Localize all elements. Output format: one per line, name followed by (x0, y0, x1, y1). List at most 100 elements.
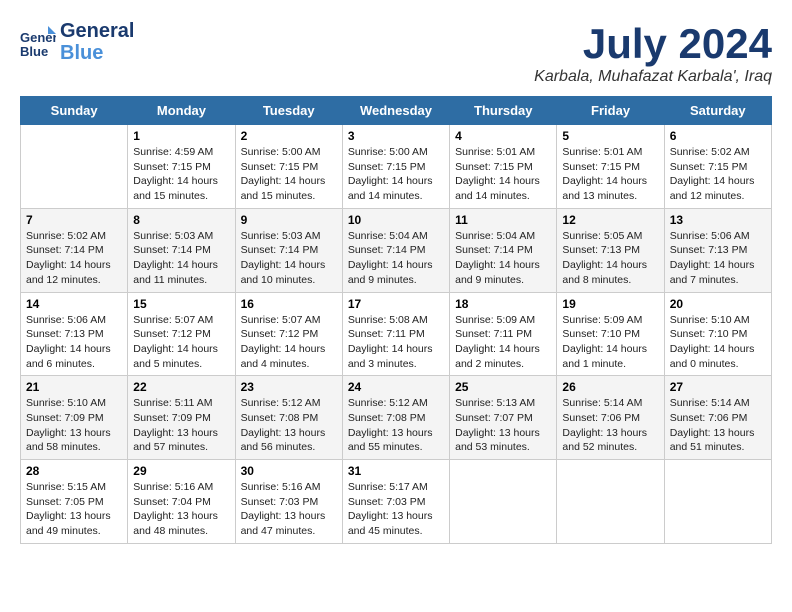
calendar-week-5: 28 Sunrise: 5:15 AM Sunset: 7:05 PM Dayli… (21, 460, 772, 544)
date-number: 25 (455, 380, 551, 394)
calendar-cell: 25 Sunrise: 5:13 AM Sunset: 7:07 PM Dayli… (450, 376, 557, 460)
cell-info: Sunrise: 5:16 AM Sunset: 7:04 PM Dayligh… (133, 480, 229, 539)
date-number: 8 (133, 213, 229, 227)
cell-info: Sunrise: 5:01 AM Sunset: 7:15 PM Dayligh… (562, 145, 658, 204)
cell-info: Sunrise: 5:07 AM Sunset: 7:12 PM Dayligh… (241, 313, 337, 372)
calendar-cell: 26 Sunrise: 5:14 AM Sunset: 7:06 PM Dayli… (557, 376, 664, 460)
logo: General Blue General Blue (20, 20, 134, 64)
weekday-header-monday: Monday (128, 97, 235, 125)
calendar-cell (450, 460, 557, 544)
calendar-cell: 27Sunrise: 5:14 AM Sunset: 7:06 PM Dayli… (664, 376, 771, 460)
date-number: 22 (133, 380, 229, 394)
weekday-header-friday: Friday (557, 97, 664, 125)
calendar-week-4: 21 Sunrise: 5:10 AM Sunset: 7:09 PM Dayli… (21, 376, 772, 460)
weekday-header-tuesday: Tuesday (235, 97, 342, 125)
weekday-header-sunday: Sunday (21, 97, 128, 125)
calendar-week-1: 1 Sunrise: 4:59 AM Sunset: 7:15 PM Daylig… (21, 125, 772, 209)
date-number: 18 (455, 297, 551, 311)
calendar-cell: 18 Sunrise: 5:09 AM Sunset: 7:11 PM Dayli… (450, 292, 557, 376)
cell-info: Sunrise: 5:06 AM Sunset: 7:13 PM Dayligh… (670, 229, 766, 288)
calendar-cell: 21 Sunrise: 5:10 AM Sunset: 7:09 PM Dayli… (21, 376, 128, 460)
cell-info: Sunrise: 5:11 AM Sunset: 7:09 PM Dayligh… (133, 396, 229, 455)
calendar-cell: 12Sunrise: 5:05 AM Sunset: 7:13 PM Dayli… (557, 208, 664, 292)
date-number: 27 (670, 380, 766, 394)
date-number: 16 (241, 297, 337, 311)
cell-info: Sunrise: 5:16 AM Sunset: 7:03 PM Dayligh… (241, 480, 337, 539)
cell-info: Sunrise: 5:03 AM Sunset: 7:14 PM Dayligh… (133, 229, 229, 288)
svg-text:Blue: Blue (20, 44, 48, 59)
date-number: 3 (348, 129, 444, 143)
cell-info: Sunrise: 5:09 AM Sunset: 7:10 PM Dayligh… (562, 313, 658, 372)
cell-info: Sunrise: 5:00 AM Sunset: 7:15 PM Dayligh… (348, 145, 444, 204)
calendar-week-2: 7 Sunrise: 5:02 AM Sunset: 7:14 PM Daylig… (21, 208, 772, 292)
calendar-cell: 9Sunrise: 5:03 AM Sunset: 7:14 PM Daylig… (235, 208, 342, 292)
date-number: 23 (241, 380, 337, 394)
logo-text-line1: General (60, 20, 134, 42)
date-number: 15 (133, 297, 229, 311)
calendar-cell: 1 Sunrise: 4:59 AM Sunset: 7:15 PM Daylig… (128, 125, 235, 209)
cell-info: Sunrise: 5:12 AM Sunset: 7:08 PM Dayligh… (241, 396, 337, 455)
calendar-cell: 8 Sunrise: 5:03 AM Sunset: 7:14 PM Daylig… (128, 208, 235, 292)
calendar-cell: 16 Sunrise: 5:07 AM Sunset: 7:12 PM Dayli… (235, 292, 342, 376)
cell-info: Sunrise: 5:10 AM Sunset: 7:09 PM Dayligh… (26, 396, 122, 455)
date-number: 1 (133, 129, 229, 143)
calendar-cell: 28 Sunrise: 5:15 AM Sunset: 7:05 PM Dayli… (21, 460, 128, 544)
date-number: 9 (241, 213, 337, 227)
calendar-cell: 24 Sunrise: 5:12 AM Sunset: 7:08 PM Dayli… (342, 376, 449, 460)
cell-info: Sunrise: 4:59 AM Sunset: 7:15 PM Dayligh… (133, 145, 229, 204)
weekday-header-thursday: Thursday (450, 97, 557, 125)
date-number: 13 (670, 213, 766, 227)
calendar-cell: 5Sunrise: 5:01 AM Sunset: 7:15 PM Daylig… (557, 125, 664, 209)
date-number: 7 (26, 213, 122, 227)
cell-info: Sunrise: 5:01 AM Sunset: 7:15 PM Dayligh… (455, 145, 551, 204)
month-title: July 2024 (534, 20, 772, 68)
calendar-cell: 30Sunrise: 5:16 AM Sunset: 7:03 PM Dayli… (235, 460, 342, 544)
cell-info: Sunrise: 5:15 AM Sunset: 7:05 PM Dayligh… (26, 480, 122, 539)
calendar-cell: 10 Sunrise: 5:04 AM Sunset: 7:14 PM Dayli… (342, 208, 449, 292)
calendar-week-3: 14 Sunrise: 5:06 AM Sunset: 7:13 PM Dayli… (21, 292, 772, 376)
cell-info: Sunrise: 5:13 AM Sunset: 7:07 PM Dayligh… (455, 396, 551, 455)
calendar-cell: 23 Sunrise: 5:12 AM Sunset: 7:08 PM Dayli… (235, 376, 342, 460)
calendar-cell (664, 460, 771, 544)
weekday-header-saturday: Saturday (664, 97, 771, 125)
cell-info: Sunrise: 5:07 AM Sunset: 7:12 PM Dayligh… (133, 313, 229, 372)
date-number: 2 (241, 129, 337, 143)
cell-info: Sunrise: 5:04 AM Sunset: 7:14 PM Dayligh… (348, 229, 444, 288)
location-title: Karbala, Muhafazat Karbala', Iraq (534, 68, 772, 86)
date-number: 11 (455, 213, 551, 227)
calendar-cell (557, 460, 664, 544)
calendar-cell: 6 Sunrise: 5:02 AM Sunset: 7:15 PM Daylig… (664, 125, 771, 209)
date-number: 31 (348, 464, 444, 478)
weekday-header-wednesday: Wednesday (342, 97, 449, 125)
cell-info: Sunrise: 5:12 AM Sunset: 7:08 PM Dayligh… (348, 396, 444, 455)
calendar-cell: 19Sunrise: 5:09 AM Sunset: 7:10 PM Dayli… (557, 292, 664, 376)
date-number: 29 (133, 464, 229, 478)
date-number: 12 (562, 213, 658, 227)
cell-info: Sunrise: 5:02 AM Sunset: 7:14 PM Dayligh… (26, 229, 122, 288)
date-number: 28 (26, 464, 122, 478)
calendar-cell: 4Sunrise: 5:01 AM Sunset: 7:15 PM Daylig… (450, 125, 557, 209)
calendar-cell: 7 Sunrise: 5:02 AM Sunset: 7:14 PM Daylig… (21, 208, 128, 292)
cell-info: Sunrise: 5:17 AM Sunset: 7:03 PM Dayligh… (348, 480, 444, 539)
date-number: 14 (26, 297, 122, 311)
date-number: 24 (348, 380, 444, 394)
date-number: 21 (26, 380, 122, 394)
calendar-cell (21, 125, 128, 209)
date-number: 26 (562, 380, 658, 394)
date-number: 17 (348, 297, 444, 311)
logo-text-line2: Blue (60, 42, 134, 64)
cell-info: Sunrise: 5:09 AM Sunset: 7:11 PM Dayligh… (455, 313, 551, 372)
calendar-cell: 17Sunrise: 5:08 AM Sunset: 7:11 PM Dayli… (342, 292, 449, 376)
calendar-cell: 14 Sunrise: 5:06 AM Sunset: 7:13 PM Dayli… (21, 292, 128, 376)
cell-info: Sunrise: 5:10 AM Sunset: 7:10 PM Dayligh… (670, 313, 766, 372)
page-header: General Blue General Blue July 2024 Karb… (20, 20, 772, 86)
cell-info: Sunrise: 5:14 AM Sunset: 7:06 PM Dayligh… (562, 396, 658, 455)
calendar-cell: 20Sunrise: 5:10 AM Sunset: 7:10 PM Dayli… (664, 292, 771, 376)
date-number: 10 (348, 213, 444, 227)
logo-icon: General Blue (20, 24, 56, 60)
date-number: 6 (670, 129, 766, 143)
cell-info: Sunrise: 5:02 AM Sunset: 7:15 PM Dayligh… (670, 145, 766, 204)
weekday-header-row: SundayMondayTuesdayWednesdayThursdayFrid… (21, 97, 772, 125)
cell-info: Sunrise: 5:06 AM Sunset: 7:13 PM Dayligh… (26, 313, 122, 372)
calendar-table: SundayMondayTuesdayWednesdayThursdayFrid… (20, 96, 772, 544)
